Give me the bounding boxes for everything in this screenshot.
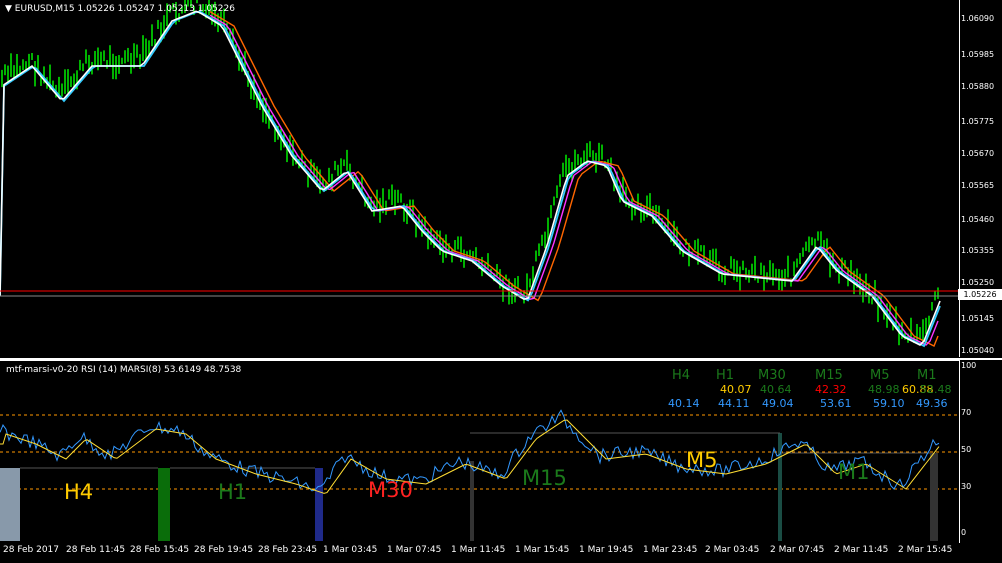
price-tick-label: 1.05670 xyxy=(961,149,995,158)
time-tick-label: 2 Mar 03:45 xyxy=(705,545,760,555)
histogram-block xyxy=(158,468,170,541)
price-tick-label: 1.05145 xyxy=(961,314,995,323)
time-tick-label: 28 Feb 23:45 xyxy=(258,545,318,555)
timeframe-value-2: 53.61 xyxy=(820,397,852,410)
price-chart-canvas[interactable] xyxy=(0,0,960,357)
ohlc-values: 1.05226 1.05247 1.05213 1.05226 xyxy=(77,4,235,14)
time-tick-label: 1 Mar 23:45 xyxy=(643,545,698,555)
histogram-block xyxy=(0,468,20,541)
timeframe-header: M15 xyxy=(815,368,843,383)
timeframe-header: H4 xyxy=(672,368,691,383)
rsi-line xyxy=(0,409,940,492)
histogram-block xyxy=(930,453,938,541)
indicator-title: mtf-marsi-v0-20 RSI (14) MARSI(8) 53.614… xyxy=(6,365,242,375)
timeframe-big-label: M15 xyxy=(522,466,567,490)
time-tick-label: 28 Feb 11:45 xyxy=(66,545,126,555)
symbol-label: EURUSD,M15 xyxy=(14,4,75,14)
price-tick-label: 1.05040 xyxy=(961,346,995,355)
timeframe-big-label: M30 xyxy=(368,478,413,502)
chart-title: ▼ EURUSD,M15 1.05226 1.05247 1.05213 1.0… xyxy=(5,4,235,14)
timeframe-big-label: M1 xyxy=(838,460,870,484)
timeframe-value-2: 59.10 xyxy=(873,397,905,410)
histogram-block xyxy=(315,468,323,541)
timeframe-value-2: 44.11 xyxy=(718,397,750,410)
timeframe-header: H1 xyxy=(716,368,735,383)
time-tick-label: 1 Mar 07:45 xyxy=(387,545,442,555)
moving-average-line xyxy=(0,10,941,346)
rsi-tick-label: 100 xyxy=(961,361,977,370)
price-tick-label: 1.05985 xyxy=(961,50,995,59)
price-tick-label: 1.05565 xyxy=(961,181,995,190)
rsi-tick-label: 70 xyxy=(961,408,972,417)
timeframe-value-2: 49.36 xyxy=(916,397,948,410)
timeframe-value-1: 40.07 xyxy=(720,383,752,396)
timeframe-value-2: 49.04 xyxy=(762,397,794,410)
timeframe-value-1: 48.98 xyxy=(868,383,900,396)
time-tick-label: 2 Mar 07:45 xyxy=(770,545,825,555)
price-tick-label: 1.06090 xyxy=(961,14,995,23)
timeframe-value-1: 40.64 xyxy=(760,383,792,396)
time-tick-label: 1 Mar 19:45 xyxy=(579,545,634,555)
current-price-tag: 1.05226 xyxy=(958,289,1002,300)
rsi-tick-label: 30 xyxy=(961,482,972,491)
timeframe-value-1: 52.48 xyxy=(920,383,952,396)
timeframe-big-label: H4 xyxy=(64,480,94,504)
timeframe-header: M1 xyxy=(917,368,937,383)
time-tick-label: 2 Mar 11:45 xyxy=(834,545,889,555)
collapse-arrow-icon[interactable]: ▼ xyxy=(5,4,12,14)
timeframe-big-label: M5 xyxy=(686,448,718,472)
rsi-tick-label: 0 xyxy=(961,528,967,537)
timeframe-big-label: H1 xyxy=(218,480,248,504)
price-chart-panel[interactable] xyxy=(0,0,960,357)
marsi-line xyxy=(0,419,940,494)
time-tick-label: 28 Feb 19:45 xyxy=(194,545,254,555)
timeframe-value-1: 42.32 xyxy=(815,383,847,396)
time-tick-label: 1 Mar 03:45 xyxy=(323,545,378,555)
timeframe-header: M30 xyxy=(758,368,786,383)
time-tick-label: 28 Feb 2017 xyxy=(3,545,60,555)
timeframe-header: M5 xyxy=(870,368,890,383)
price-tick-label: 1.05775 xyxy=(961,117,995,126)
price-tick-label: 1.05355 xyxy=(961,246,995,255)
price-tick-label: 1.05250 xyxy=(961,278,995,287)
time-tick-label: 1 Mar 11:45 xyxy=(451,545,506,555)
time-tick-label: 28 Feb 15:45 xyxy=(130,545,190,555)
histogram-block xyxy=(470,461,474,541)
price-tick-label: 1.05460 xyxy=(961,215,995,224)
time-tick-label: 2 Mar 15:45 xyxy=(898,545,953,555)
rsi-tick-label: 50 xyxy=(961,445,972,454)
time-tick-label: 1 Mar 15:45 xyxy=(515,545,570,555)
price-tick-label: 1.05880 xyxy=(961,82,995,91)
timeframe-value-2: 40.14 xyxy=(668,397,700,410)
